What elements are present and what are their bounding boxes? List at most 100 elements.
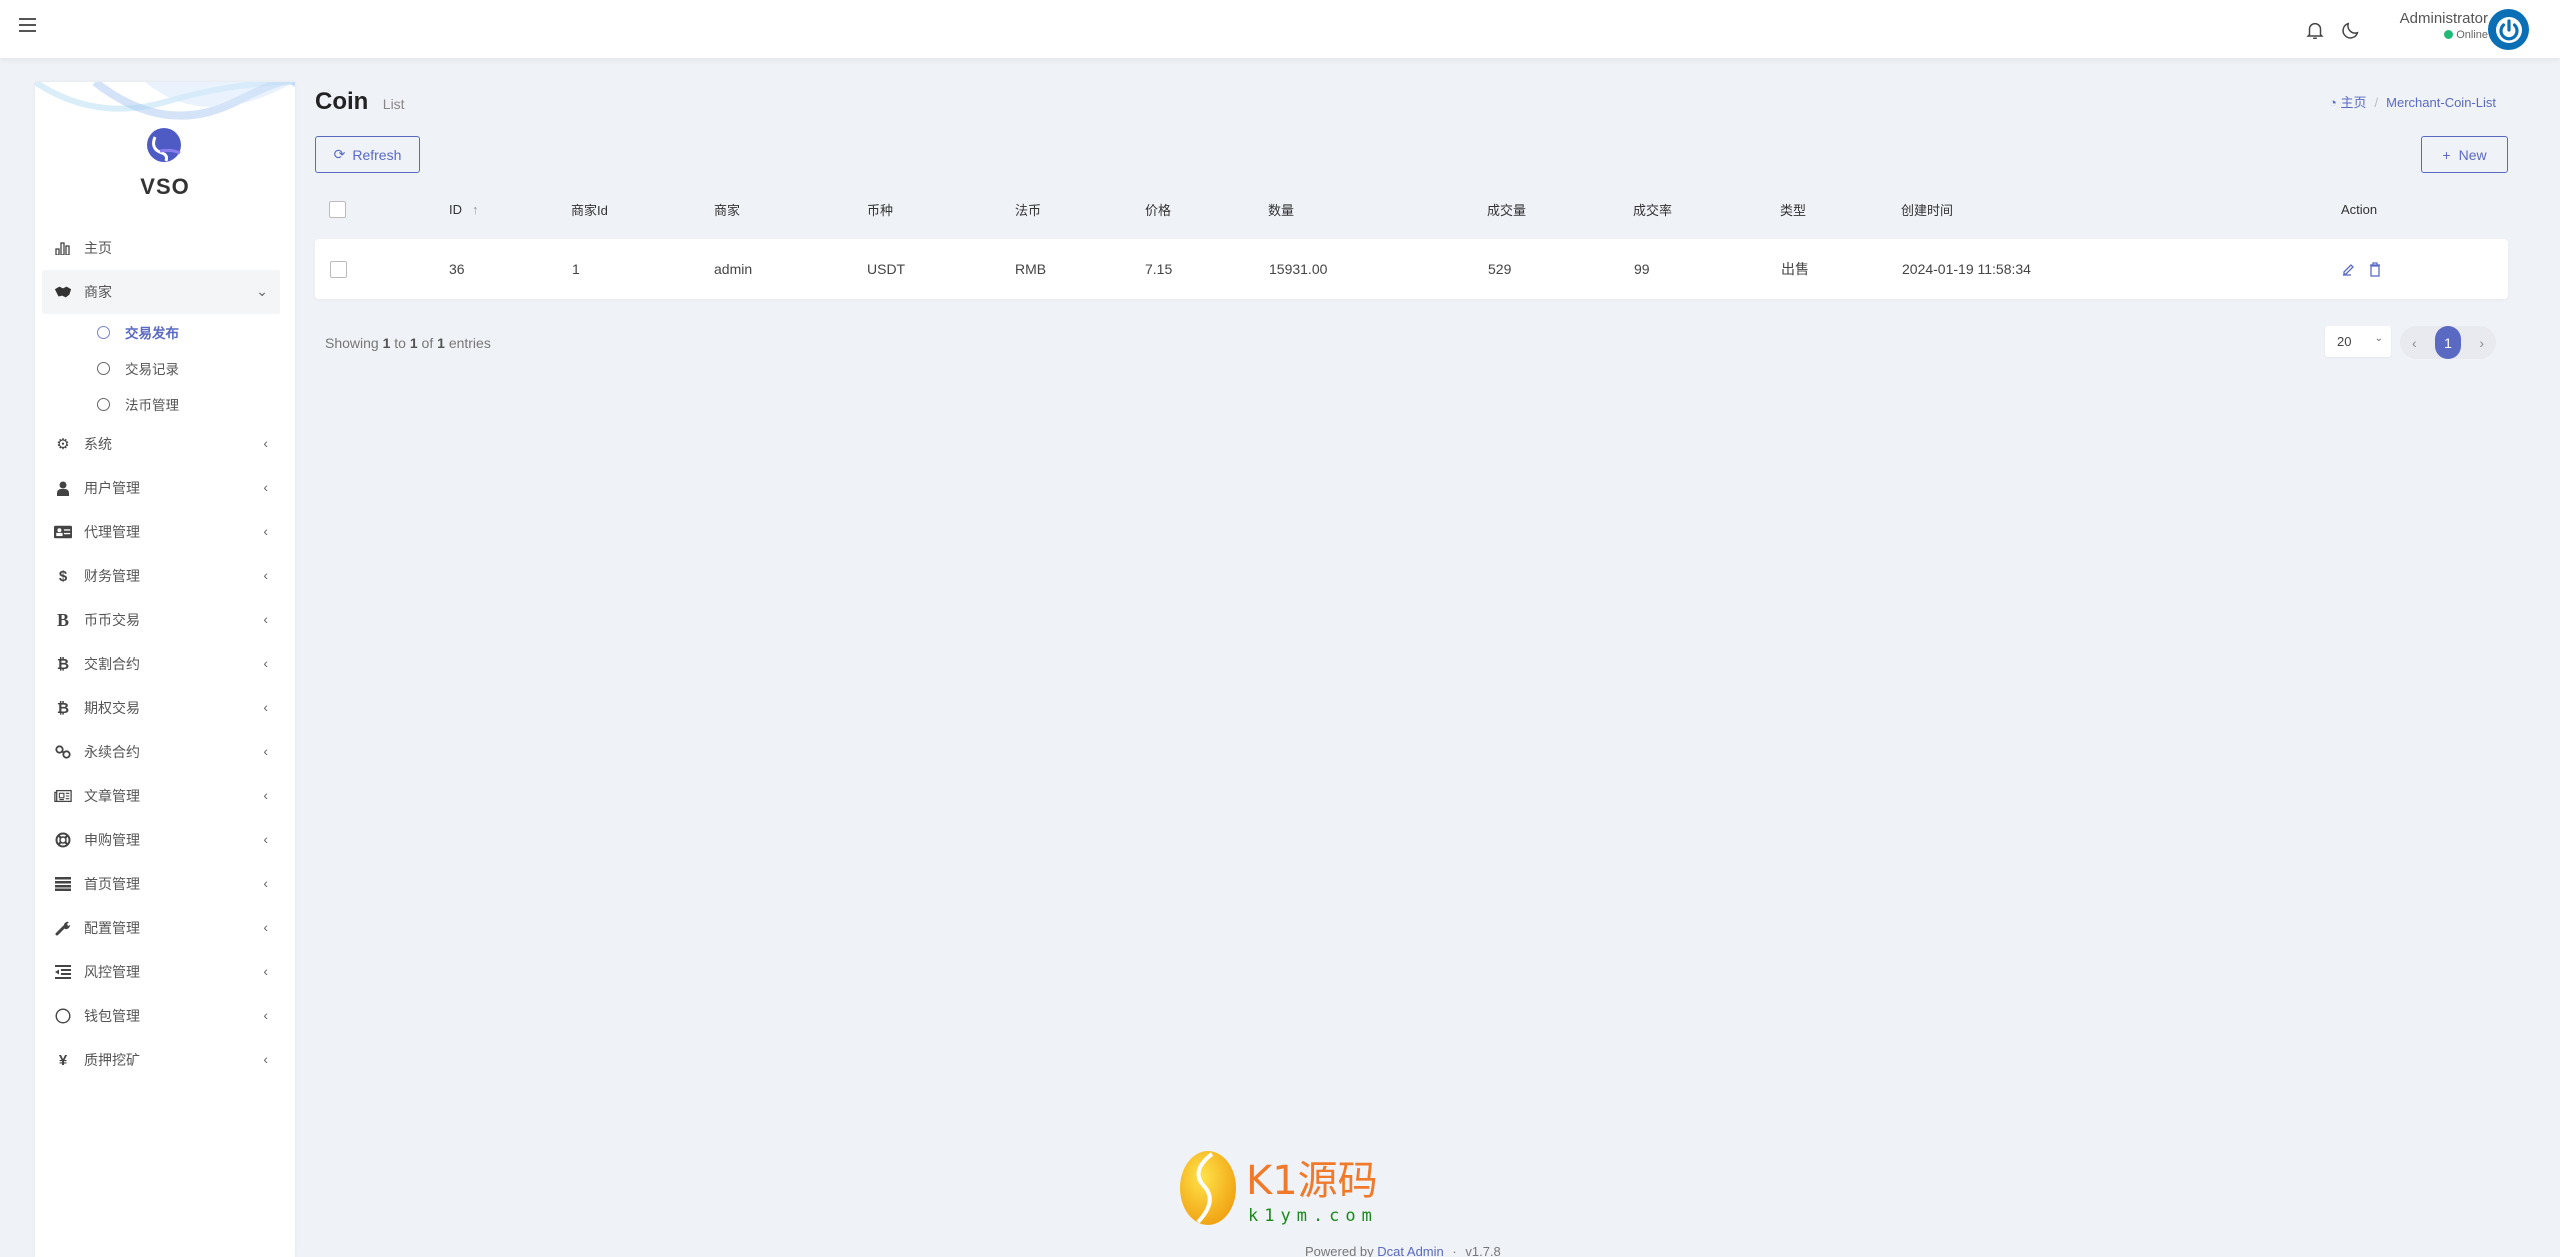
prev-page-icon[interactable]: ‹ bbox=[2412, 335, 2417, 351]
cell-quantity: 15931.00 bbox=[1269, 261, 1328, 277]
sidebar-item-finance[interactable]: $ 财务管理 ‹ bbox=[42, 554, 280, 598]
dcat-admin-link[interactable]: Dcat Admin bbox=[1377, 1244, 1443, 1257]
sidebar-item-homepage[interactable]: 首页管理 ‹ bbox=[42, 862, 280, 906]
page-button-current[interactable]: 1 bbox=[2435, 326, 2461, 359]
bitcoin-icon: ₿ bbox=[56, 699, 70, 717]
footer-separator: · bbox=[1452, 1244, 1457, 1257]
newspaper-icon bbox=[54, 787, 72, 805]
sidebar-item-home[interactable]: 主页 bbox=[42, 226, 280, 270]
chevron-left-icon: ‹ bbox=[263, 919, 268, 935]
breadcrumb-current[interactable]: Merchant-Coin-List bbox=[2386, 95, 2496, 110]
sidebar-item-users[interactable]: 用户管理 ‹ bbox=[42, 466, 280, 510]
bell-icon[interactable] bbox=[2304, 18, 2326, 42]
chevron-left-icon: ‹ bbox=[263, 699, 268, 715]
content-header: Coin List bbox=[315, 88, 405, 116]
online-dot-icon bbox=[2444, 30, 2454, 39]
id-card-icon bbox=[54, 523, 72, 541]
cell-volume: 529 bbox=[1488, 261, 1512, 277]
per-page-value: 20 bbox=[2337, 334, 2352, 349]
sidebar-item-staking-mining[interactable]: ¥ 质押挖矿 ‹ bbox=[42, 1038, 280, 1082]
moon-icon[interactable] bbox=[2340, 18, 2362, 42]
sidebar-item-label: 系统 bbox=[84, 436, 112, 452]
menu-toggle-icon[interactable] bbox=[19, 18, 36, 32]
sidebar-menu: 主页 商家 ⌄ 交易发布 交易记录 法币管理 ⚙ 系统 ‹ 用户管理 ‹ 代理管… bbox=[42, 226, 280, 1082]
edit-icon[interactable] bbox=[2342, 262, 2356, 276]
sort-arrow-up-icon[interactable]: ↑ bbox=[472, 202, 479, 217]
sidebar-item-merchant[interactable]: 商家 ⌄ bbox=[42, 270, 280, 314]
column-header-coin: 币种 bbox=[867, 202, 894, 218]
logo-domain: k1ym.com bbox=[1248, 1206, 1378, 1226]
per-page-select[interactable]: 20 ⌄ bbox=[2325, 326, 2391, 357]
decorative-wave bbox=[35, 82, 295, 120]
cell-created-at: 2024-01-19 11:58:34 bbox=[1902, 261, 2031, 277]
yen-icon: ¥ bbox=[58, 1051, 68, 1069]
b-letter-icon: B bbox=[56, 609, 69, 630]
sidebar-item-label: 首页管理 bbox=[84, 876, 140, 892]
next-page-icon[interactable]: › bbox=[2479, 335, 2484, 351]
user-info[interactable]: Administrator Online bbox=[2400, 10, 2488, 41]
new-button[interactable]: + New bbox=[2421, 136, 2508, 173]
chevron-left-icon: ‹ bbox=[263, 435, 268, 451]
power-icon bbox=[2495, 16, 2522, 43]
bars-icon bbox=[54, 875, 72, 893]
sidebar-item-subscription[interactable]: 申购管理 ‹ bbox=[42, 818, 280, 862]
cell-actions bbox=[2342, 239, 2382, 299]
column-header-type: 类型 bbox=[1780, 202, 1807, 218]
column-header-id[interactable]: ID ↑ bbox=[449, 189, 479, 229]
page-title: Coin bbox=[315, 88, 369, 115]
version-text: v1.7.8 bbox=[1465, 1244, 1501, 1257]
sidebar-item-label: 申购管理 bbox=[84, 832, 140, 848]
refresh-icon: ⟳ bbox=[333, 146, 346, 162]
select-all-cell bbox=[329, 189, 346, 229]
user-status: Online bbox=[2400, 29, 2488, 41]
breadcrumb-separator: / bbox=[2374, 95, 2379, 110]
sidebar-item-delivery-contract[interactable]: ₿ 交割合约 ‹ bbox=[42, 642, 280, 686]
sidebar-item-label: 财务管理 bbox=[84, 568, 140, 584]
select-all-checkbox[interactable] bbox=[329, 200, 346, 218]
sidebar-item-label: 永续合约 bbox=[84, 744, 140, 760]
link-icon bbox=[54, 743, 72, 761]
sidebar-item-label: 用户管理 bbox=[84, 480, 140, 496]
chevron-left-icon: ‹ bbox=[263, 831, 268, 847]
chevron-left-icon: ‹ bbox=[263, 787, 268, 803]
chevron-left-icon: ‹ bbox=[263, 655, 268, 671]
circle-icon bbox=[97, 325, 110, 339]
sidebar-item-wallet[interactable]: 钱包管理 ‹ bbox=[42, 994, 280, 1038]
sidebar-subitem-fiat-management[interactable]: 法币管理 bbox=[42, 386, 280, 422]
sidebar-item-perpetual-contract[interactable]: 永续合约 ‹ bbox=[42, 730, 280, 774]
handshake-icon bbox=[54, 283, 72, 301]
column-header-quantity: 数量 bbox=[1268, 202, 1295, 218]
sidebar-item-label: 代理管理 bbox=[84, 524, 140, 540]
row-checkbox[interactable] bbox=[330, 260, 347, 278]
sidebar-subitem-label: 交易记录 bbox=[125, 362, 179, 377]
column-header-rate: 成交率 bbox=[1633, 202, 1673, 218]
dollar-icon: $ bbox=[58, 567, 68, 585]
plus-icon: + bbox=[2442, 146, 2451, 163]
chevron-left-icon: ‹ bbox=[263, 1051, 268, 1067]
pagination: ‹ 1 › bbox=[2400, 326, 2496, 359]
sidebar-item-spot-trading[interactable]: B 币币交易 ‹ bbox=[42, 598, 280, 642]
sidebar-item-options-trading[interactable]: ₿ 期权交易 ‹ bbox=[42, 686, 280, 730]
refresh-button[interactable]: ⟳ Refresh bbox=[315, 136, 420, 173]
column-header-created-at: 创建时间 bbox=[1901, 202, 1954, 218]
chevron-left-icon: ‹ bbox=[263, 523, 268, 539]
sidebar-item-system[interactable]: ⚙ 系统 ‹ bbox=[42, 422, 280, 466]
chevron-left-icon: ‹ bbox=[263, 479, 268, 495]
sidebar-item-articles[interactable]: 文章管理 ‹ bbox=[42, 774, 280, 818]
trash-icon[interactable] bbox=[2368, 261, 2382, 277]
sidebar-item-risk-control[interactable]: 风控管理 ‹ bbox=[42, 950, 280, 994]
breadcrumb-home[interactable]: ◔ 主页 bbox=[2329, 95, 2367, 110]
sidebar-item-label: 商家 bbox=[84, 284, 112, 300]
sidebar-item-agents[interactable]: 代理管理 ‹ bbox=[42, 510, 280, 554]
sidebar-subitem-label: 交易发布 bbox=[125, 326, 179, 341]
cell-id: 36 bbox=[449, 261, 465, 277]
sidebar-item-label: 主页 bbox=[84, 240, 112, 256]
sidebar-item-configuration[interactable]: 配置管理 ‹ bbox=[42, 906, 280, 950]
avatar[interactable] bbox=[2488, 9, 2529, 50]
chevron-left-icon: ‹ bbox=[263, 1007, 268, 1023]
dashboard-icon: ◔ bbox=[2329, 95, 2337, 110]
sidebar-subitem-trade-records[interactable]: 交易记录 bbox=[42, 350, 280, 386]
circle-icon bbox=[54, 1007, 72, 1025]
showing-entries-text: Showing 1 to 1 of 1 entries bbox=[325, 335, 491, 351]
sidebar-subitem-trade-publish[interactable]: 交易发布 bbox=[42, 314, 280, 350]
